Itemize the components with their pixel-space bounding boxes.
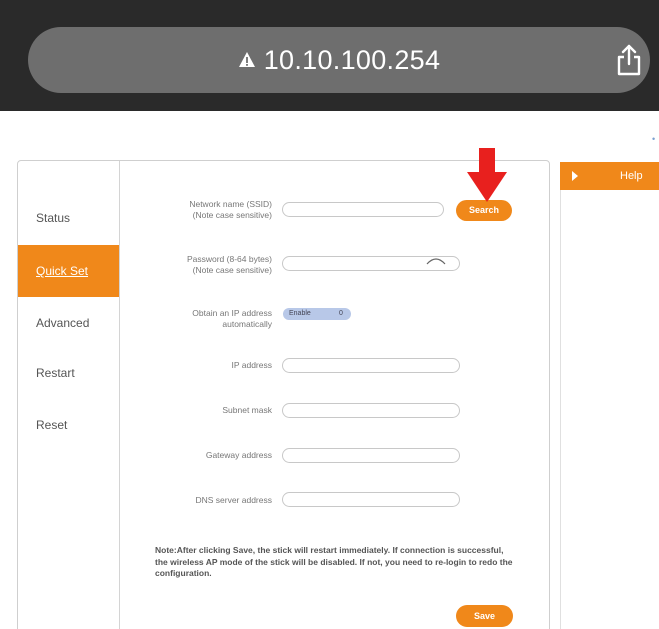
help-label: Help [620, 170, 643, 182]
sidebar-item-reset[interactable]: Reset [18, 399, 119, 451]
dns-label: DNS server address [195, 495, 272, 505]
dns-input[interactable] [282, 492, 460, 507]
browser-chrome: 10.10.100.254 [0, 0, 659, 111]
dhcp-label: Obtain an IP address automatically [192, 308, 272, 329]
gateway-label: Gateway address [205, 450, 272, 460]
ssid-input[interactable] [282, 202, 444, 217]
address-bar[interactable]: 10.10.100.254 [28, 27, 650, 93]
password-input[interactable] [282, 256, 460, 271]
password-label: Password (8-64 bytes) (Note case sensiti… [186, 254, 272, 275]
ssid-label: Network name (SSID) (Note case sensitive… [189, 199, 272, 220]
subnet-label: Subnet mask [222, 405, 272, 415]
share-icon[interactable] [616, 44, 642, 76]
caret-right-icon [572, 171, 578, 181]
password-eye-icon[interactable] [426, 256, 446, 266]
sidebar: Status Quick Set Advanced Restart Reset [18, 161, 120, 629]
sidebar-item-quick-set[interactable]: Quick Set [18, 245, 119, 297]
dhcp-toggle[interactable]: Enable 0 [283, 308, 351, 320]
gateway-input[interactable] [282, 448, 460, 463]
warning-triangle-icon [238, 52, 255, 67]
ip-input[interactable] [282, 358, 460, 373]
toggle-knob: 0 [339, 310, 343, 317]
sidebar-item-status[interactable]: Status [18, 192, 119, 244]
ip-label: IP address [231, 360, 272, 370]
sidebar-item-restart[interactable]: Restart [18, 347, 119, 399]
subnet-input[interactable] [282, 403, 460, 418]
help-panel [560, 190, 659, 629]
screen: 10.10.100.254 • Status Quick Set Advance… [0, 0, 659, 629]
url-text: 10.10.100.254 [263, 44, 441, 75]
toggle-text: Enable [289, 310, 311, 317]
sidebar-item-advanced[interactable]: Advanced [18, 297, 119, 349]
red-arrow-icon [467, 148, 507, 202]
help-tab[interactable]: Help [560, 162, 659, 190]
top-right-link[interactable]: • [652, 134, 659, 148]
save-button[interactable]: Save [456, 605, 513, 627]
save-note: Note:After clicking Save, the stick will… [155, 545, 513, 578]
